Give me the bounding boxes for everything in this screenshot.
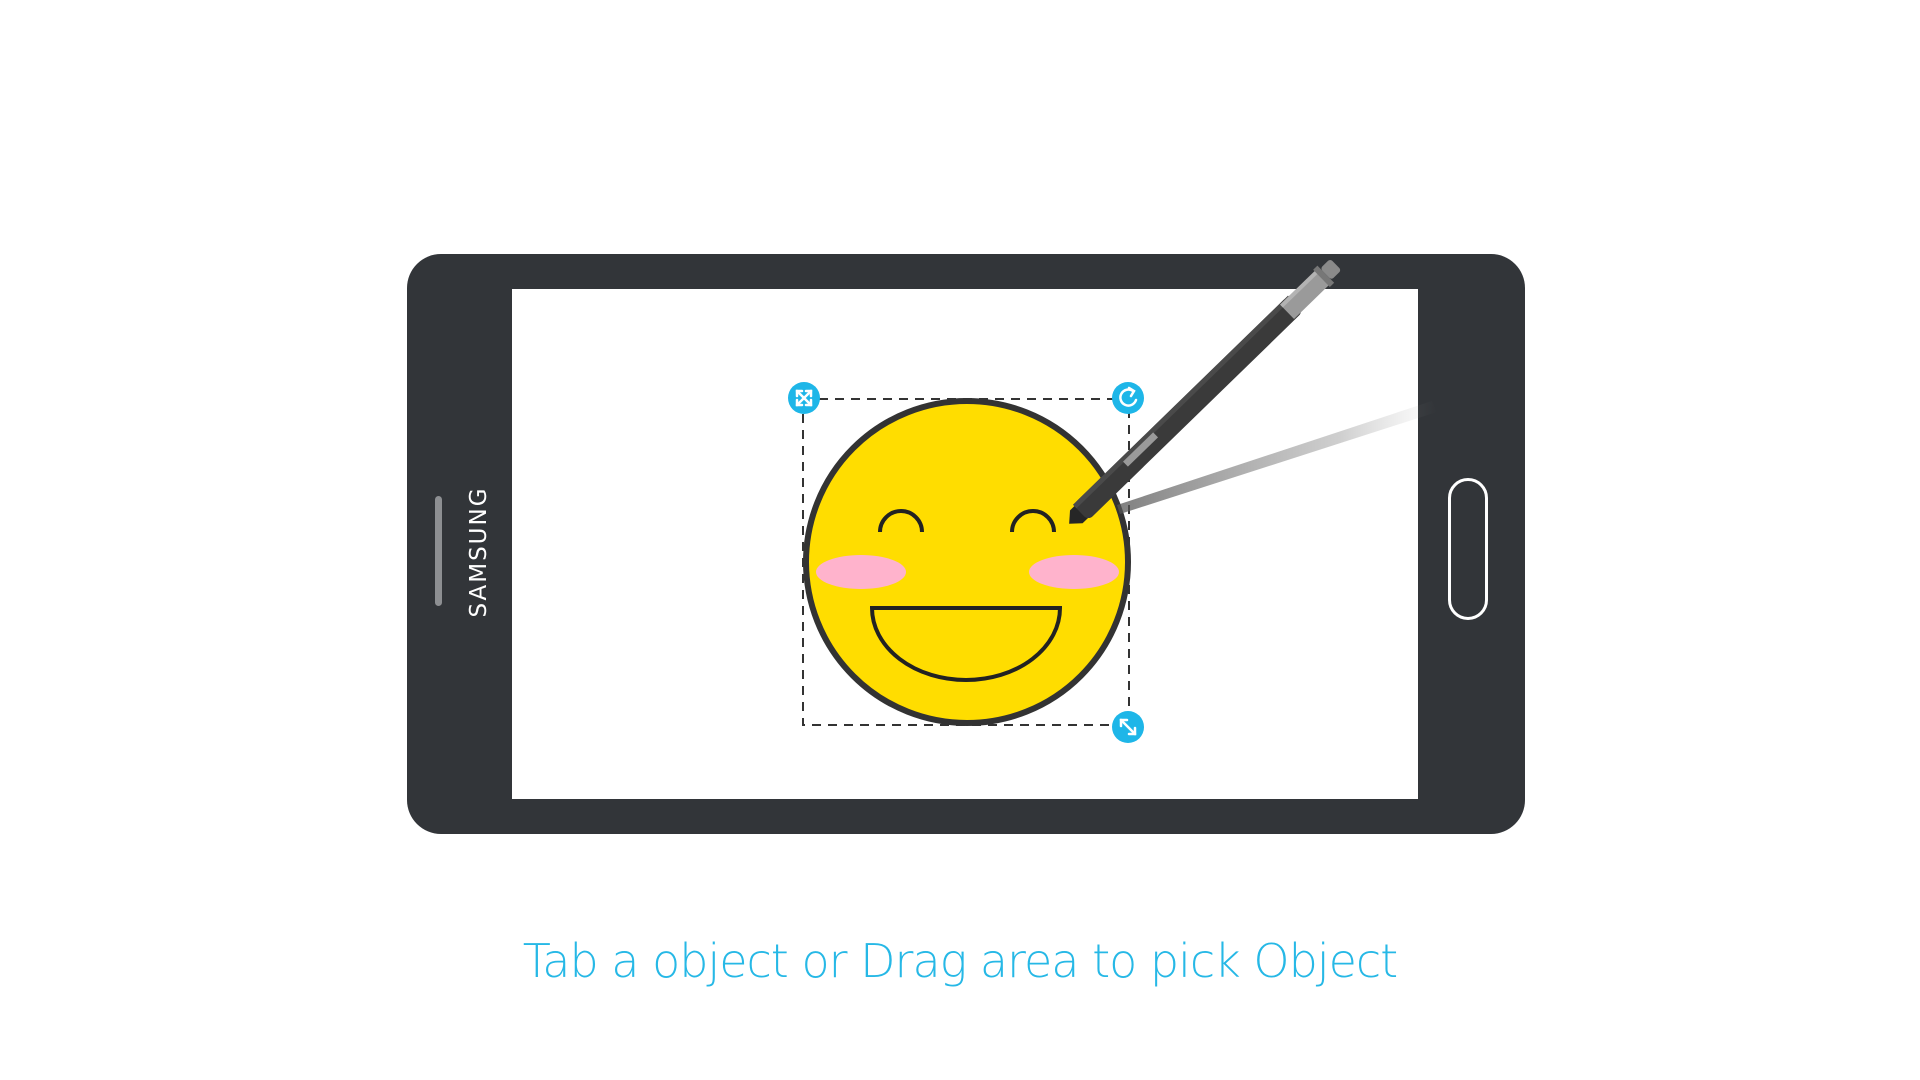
rotate-handle[interactable]: [1112, 382, 1144, 414]
expand-handle[interactable]: [788, 382, 820, 414]
left-blush: [816, 555, 906, 589]
right-blush: [1029, 555, 1119, 589]
stylus-pen: [1069, 259, 1341, 524]
smiley-object[interactable]: [803, 398, 1131, 726]
drawing-canvas: [788, 259, 1437, 743]
resize-handle[interactable]: [1112, 711, 1144, 743]
instruction-caption: Tab a object or Drag area to pick Object: [522, 934, 1398, 988]
